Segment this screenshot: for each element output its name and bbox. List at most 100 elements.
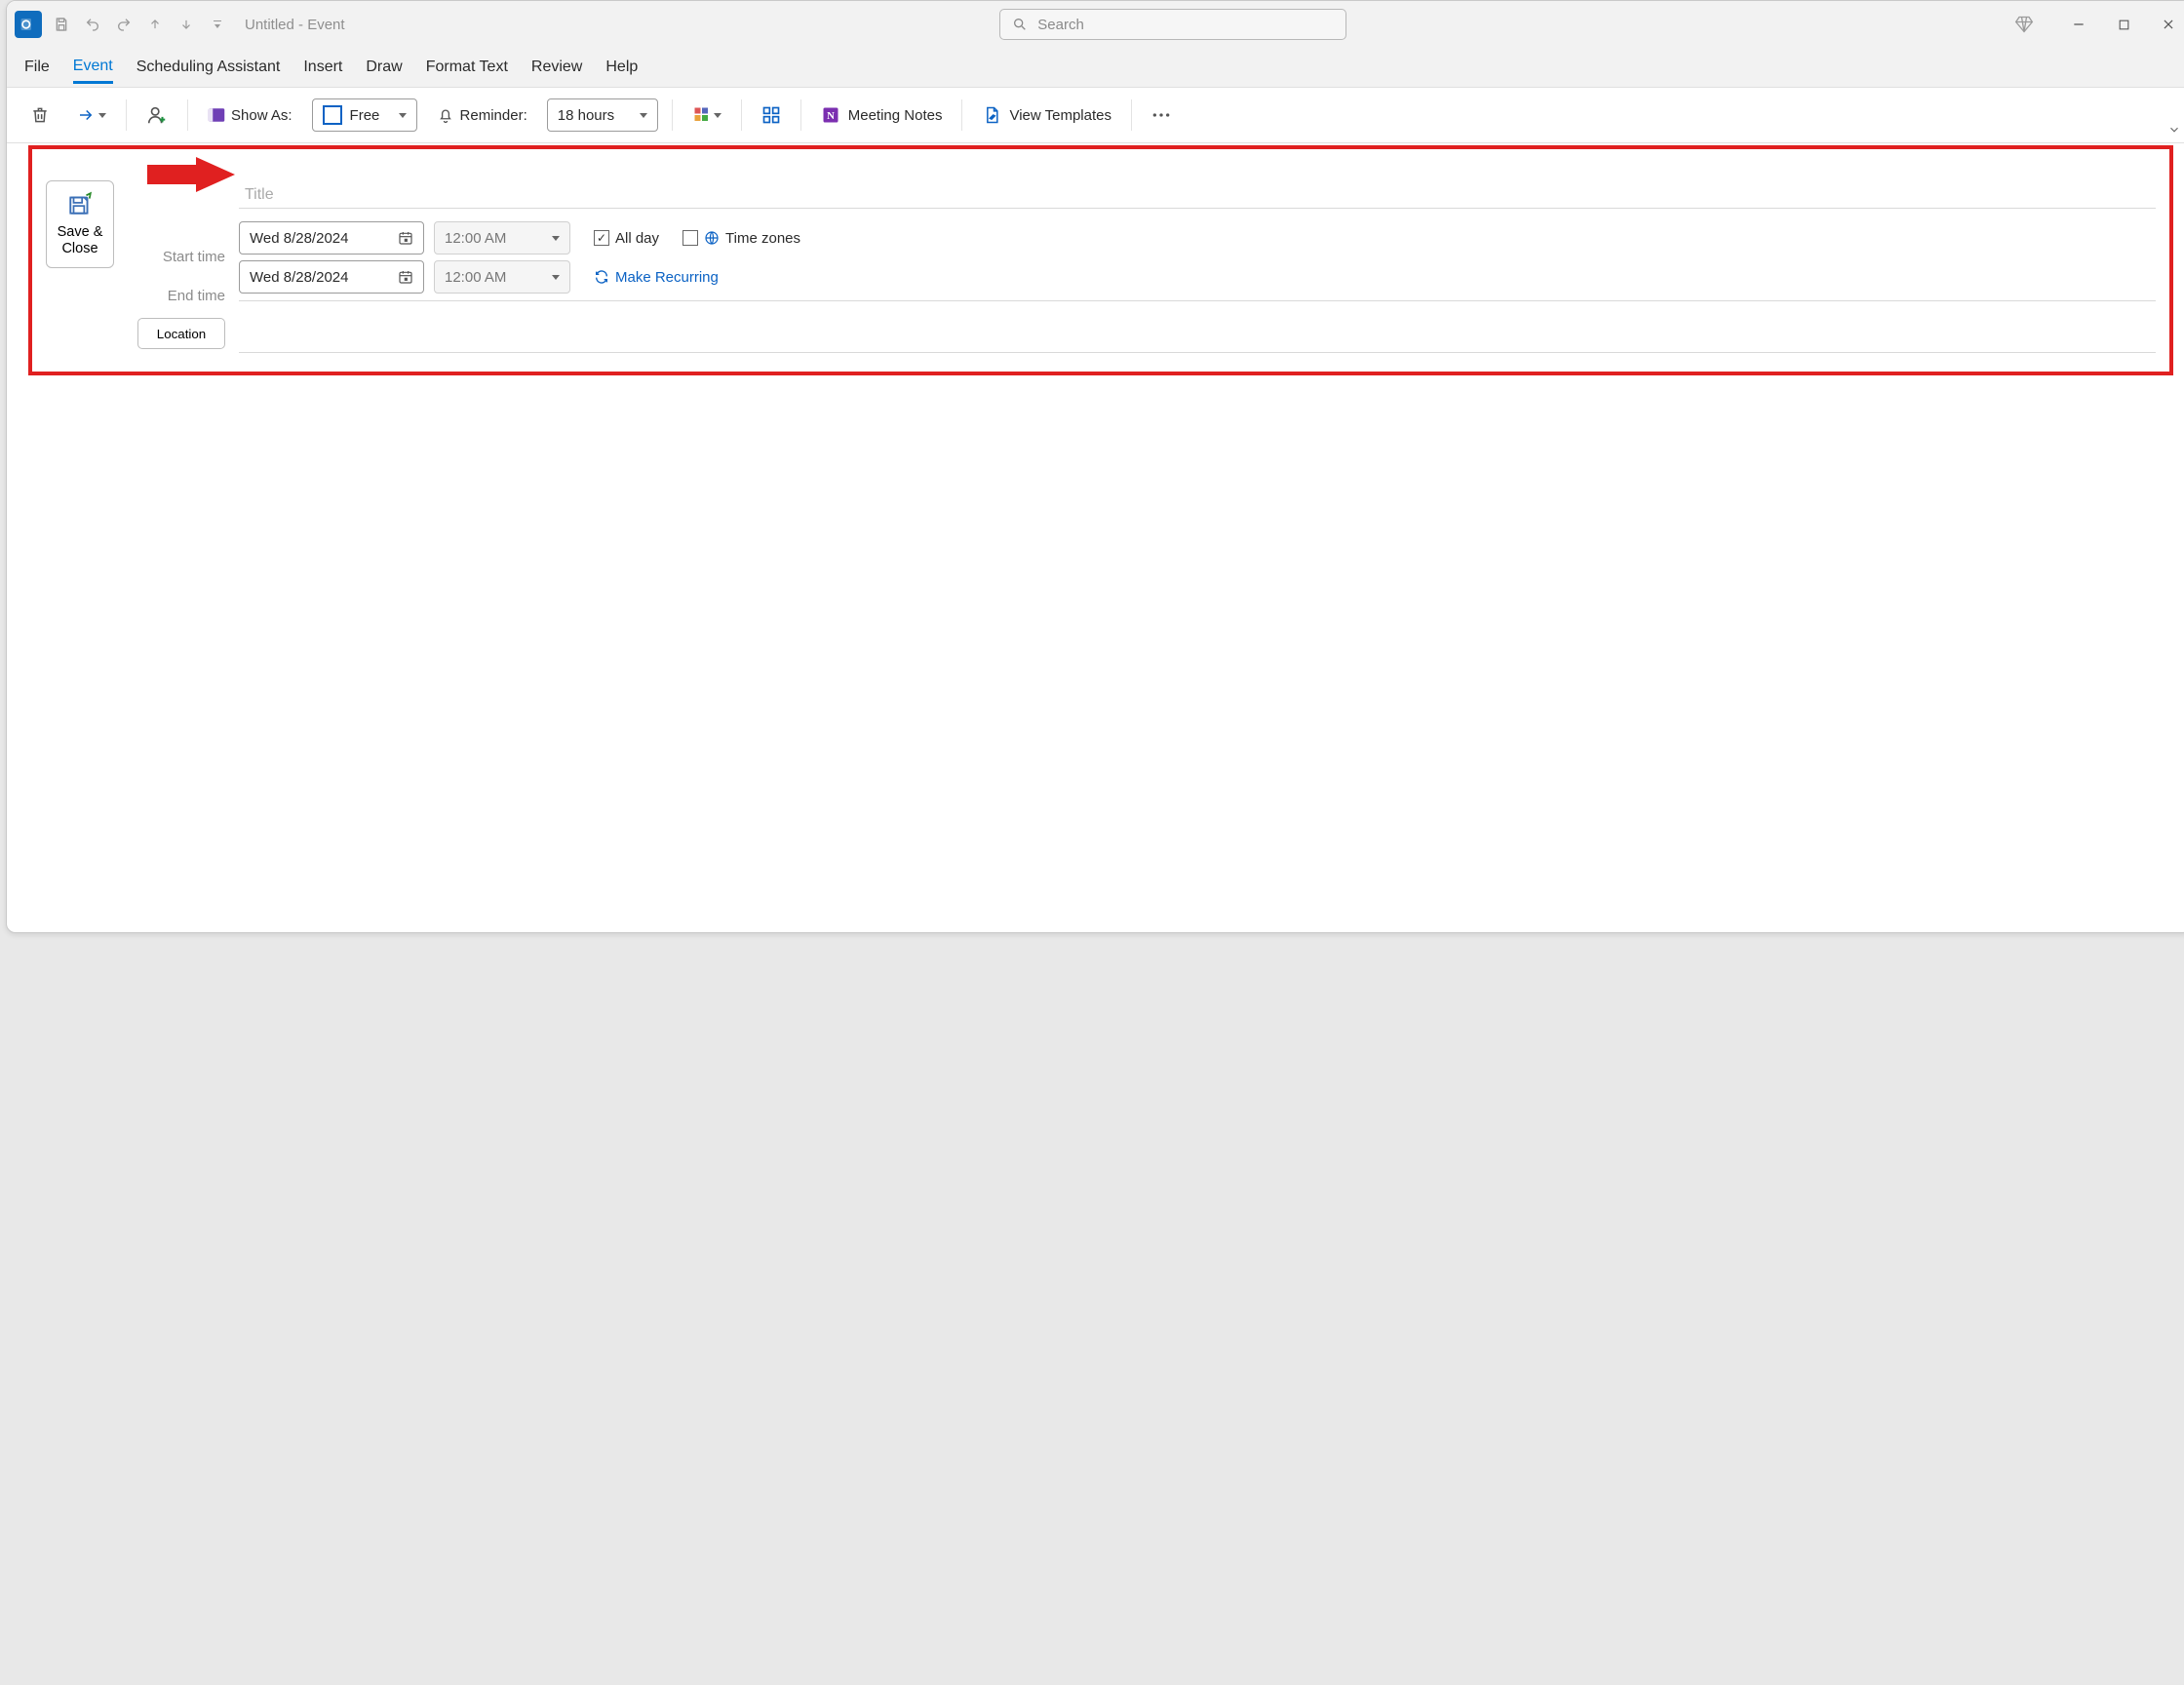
tab-event[interactable]: Event: [73, 52, 113, 84]
view-templates-button[interactable]: View Templates: [976, 101, 1117, 129]
svg-text:N: N: [827, 110, 835, 122]
qat-up-arrow-icon[interactable]: [143, 13, 167, 36]
trash-icon: [30, 105, 50, 125]
ribbon-actions: Show As: Free Reminder: 18 hours: [7, 87, 2184, 143]
reminder-value: 18 hours: [558, 107, 614, 124]
qat-customize-dropdown[interactable]: [206, 13, 229, 36]
event-form-highlight: Save & Close Start time End time Title: [28, 145, 2173, 375]
checkbox-icon: [682, 230, 698, 246]
tab-help[interactable]: Help: [605, 53, 638, 82]
ribbon-tabs: File Event Scheduling Assistant Insert D…: [7, 48, 2184, 87]
window-close-button[interactable]: [2146, 1, 2184, 48]
end-date-value: Wed 8/28/2024: [250, 269, 348, 286]
show-as-value: Free: [350, 107, 380, 124]
chevron-down-icon: [98, 113, 106, 118]
collapse-ribbon-button[interactable]: [2167, 123, 2181, 137]
template-icon: [982, 105, 1001, 125]
calendar-icon: [398, 230, 413, 246]
divider-line: [239, 300, 2156, 301]
all-day-label: All day: [615, 230, 659, 247]
tab-file[interactable]: File: [24, 53, 50, 82]
ellipsis-icon: [1151, 112, 1171, 118]
end-time-label: End time: [137, 276, 225, 315]
divider-line: [239, 208, 2156, 209]
apps-grid-icon: [761, 105, 781, 125]
categorize-button[interactable]: [686, 102, 727, 128]
view-templates-label: View Templates: [1009, 107, 1112, 124]
location-input[interactable]: [235, 316, 2156, 345]
reminder-label: Reminder:: [460, 107, 527, 124]
divider-line: [239, 352, 2156, 353]
outlook-event-window: Untitled - Event Search File E: [6, 0, 2184, 933]
titlebar: Untitled - Event Search: [7, 1, 2184, 48]
meeting-notes-button[interactable]: N Meeting Notes: [815, 101, 949, 129]
start-date-picker[interactable]: Wed 8/28/2024: [239, 221, 424, 255]
qat-undo-icon[interactable]: [81, 13, 104, 36]
free-status-square-icon: [323, 105, 342, 125]
start-time-label: Start time: [137, 237, 225, 276]
end-time-picker[interactable]: 12:00 AM: [434, 260, 570, 294]
forward-split-button[interactable]: [69, 102, 112, 128]
more-options-button[interactable]: [1146, 108, 1177, 122]
qat-down-arrow-icon[interactable]: [175, 13, 198, 36]
start-date-value: Wed 8/28/2024: [250, 230, 348, 247]
show-as-label-group: Show As:: [202, 103, 298, 128]
location-label: Location: [157, 327, 206, 341]
end-time-value: 12:00 AM: [445, 269, 506, 286]
search-placeholder: Search: [1037, 17, 1084, 33]
chevron-down-icon: [552, 236, 560, 241]
tab-format-text[interactable]: Format Text: [426, 53, 508, 82]
save-disk-icon: [67, 191, 93, 216]
save-and-close-button[interactable]: Save & Close: [46, 180, 114, 268]
invite-attendees-button[interactable]: [140, 100, 174, 130]
apps-button[interactable]: [756, 101, 787, 129]
onenote-icon: N: [821, 105, 840, 125]
reminder-dropdown[interactable]: 18 hours: [547, 98, 658, 132]
start-time-value: 12:00 AM: [445, 230, 506, 247]
recurrence-icon: [594, 269, 609, 285]
tab-scheduling-assistant[interactable]: Scheduling Assistant: [136, 53, 281, 82]
globe-icon: [704, 230, 720, 246]
chevron-down-icon: [552, 275, 560, 280]
forward-arrow-icon: [75, 106, 97, 124]
title-input[interactable]: Title: [245, 186, 274, 204]
annotation-arrow: [147, 157, 235, 192]
chevron-down-icon: [640, 113, 647, 118]
recurring-label: Make Recurring: [615, 269, 719, 286]
reminder-label-group: Reminder:: [431, 102, 533, 128]
timezones-label: Time zones: [725, 230, 800, 247]
outlook-app-icon: [15, 11, 42, 38]
show-as-label: Show As:: [231, 107, 292, 124]
calendar-bar-icon: [208, 107, 225, 123]
save-label-line2: Close: [58, 241, 103, 257]
delete-button[interactable]: [24, 101, 56, 129]
tab-insert[interactable]: Insert: [303, 53, 342, 82]
location-button[interactable]: Location: [137, 318, 225, 349]
window-maximize-button[interactable]: [2101, 1, 2146, 48]
end-date-picker[interactable]: Wed 8/28/2024: [239, 260, 424, 294]
checkbox-icon: [594, 230, 609, 246]
qat-redo-icon[interactable]: [112, 13, 136, 36]
tab-draw[interactable]: Draw: [366, 53, 402, 82]
chevron-down-icon: [714, 113, 722, 118]
premium-diamond-icon[interactable]: [2002, 1, 2047, 48]
window-minimize-button[interactable]: [2056, 1, 2101, 48]
chevron-down-icon: [2167, 123, 2181, 137]
tab-review[interactable]: Review: [531, 53, 582, 82]
make-recurring-link[interactable]: Make Recurring: [594, 269, 719, 286]
window-title: Untitled - Event: [245, 17, 345, 33]
meeting-notes-label: Meeting Notes: [848, 107, 943, 124]
categories-icon: [692, 106, 712, 124]
search-icon: [1012, 17, 1028, 32]
bell-icon: [437, 106, 454, 124]
search-input[interactable]: Search: [999, 9, 1346, 40]
show-as-dropdown[interactable]: Free: [312, 98, 417, 132]
qat-save-icon[interactable]: [50, 13, 73, 36]
chevron-down-icon: [399, 113, 407, 118]
all-day-checkbox[interactable]: All day: [594, 230, 659, 247]
start-time-picker[interactable]: 12:00 AM: [434, 221, 570, 255]
save-label-line1: Save &: [58, 224, 103, 241]
timezones-checkbox[interactable]: Time zones: [682, 230, 800, 247]
person-add-icon: [146, 104, 168, 126]
calendar-icon: [398, 269, 413, 285]
